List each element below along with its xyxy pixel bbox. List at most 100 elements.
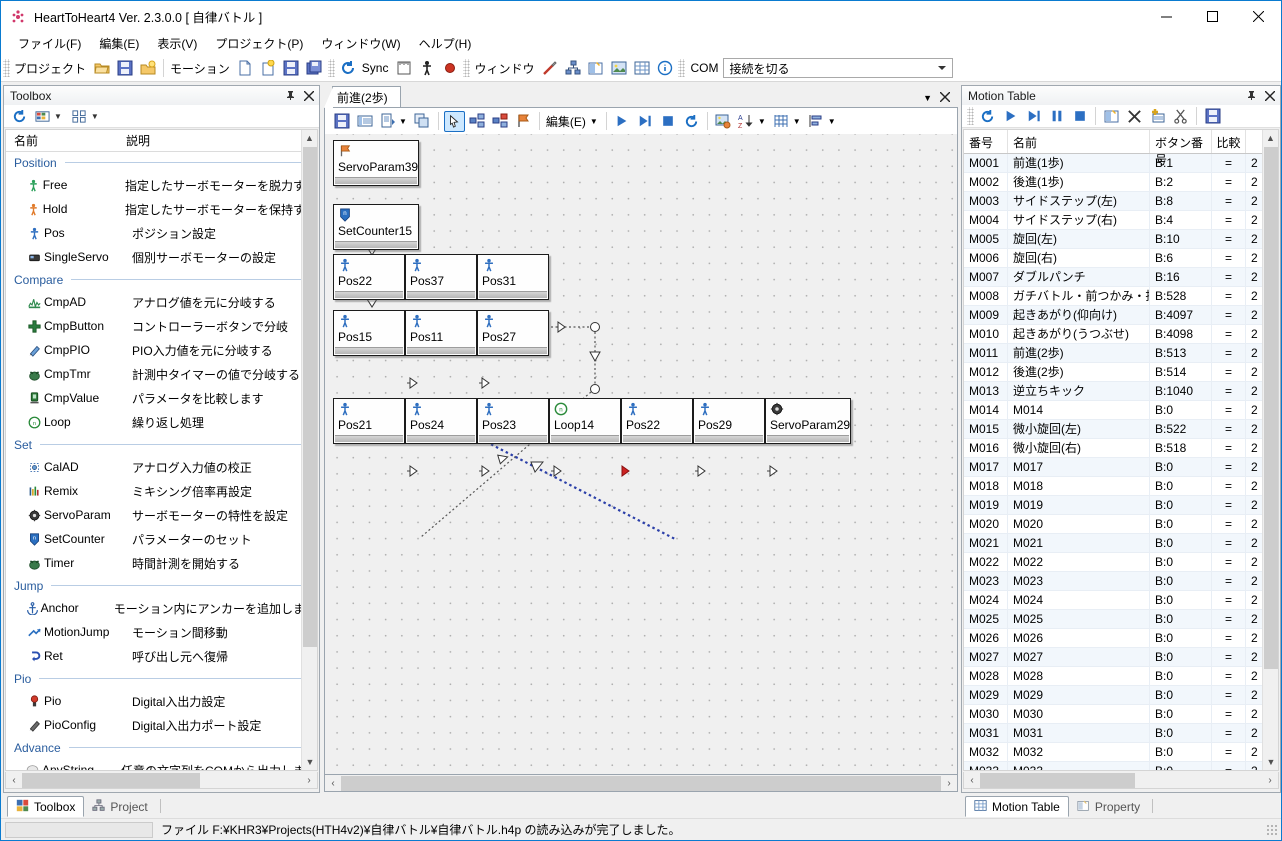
table-row[interactable]: M030 M030 B:0 = 2 [964,705,1278,724]
resize-grip-icon[interactable] [1266,823,1278,836]
toolbox-item-pos[interactable]: Pos ポジション設定 [6,221,317,245]
pin-icon[interactable] [283,88,298,103]
table-row[interactable]: M028 M028 B:0 = 2 [964,667,1278,686]
flow-node-pos21[interactable]: Pos21 [333,398,405,444]
ruler-icon[interactable] [393,58,414,79]
step-icon[interactable] [1023,106,1044,127]
table-row[interactable]: M018 M018 B:0 = 2 [964,477,1278,496]
toolbox-item-servoparam[interactable]: ServoParam サーボモーターの特性を設定 [6,503,317,527]
sync-icon[interactable] [338,58,359,79]
add-node-icon[interactable] [467,111,488,132]
delete-node-icon[interactable] [490,111,511,132]
pin-icon[interactable] [1244,88,1259,103]
pause-icon[interactable] [1046,106,1067,127]
open-folder-icon[interactable] [91,58,112,79]
close-icon[interactable] [1262,88,1277,103]
table-row[interactable]: M010 起きあがり(うつぶせ) B:4098 = 2 [964,325,1278,344]
new-motion-icon[interactable] [258,58,279,79]
table-row[interactable]: M004 サイドステップ(右) B:4 = 2 [964,211,1278,230]
flag-icon[interactable] [513,111,534,132]
toolbox-hscrollbar[interactable]: ‹ › [5,772,318,789]
motion-hscroll-thumb[interactable] [980,772,1135,788]
table-row[interactable]: M001 前進(1歩) B:1 = 2 [964,154,1278,173]
grid-icon[interactable] [354,111,375,132]
col-compare[interactable]: 比較 [1212,130,1246,153]
flowchart-canvas[interactable]: ServoParam39 n SetCounter15 Pos22 Pos37 Pos31… [324,134,958,775]
scroll-up-icon[interactable]: ▲ [302,130,317,146]
tab-toolbox[interactable]: Toolbox [7,796,85,817]
flow-node-setcounter15[interactable]: n SetCounter15 [333,204,419,250]
table-row[interactable]: M022 M022 B:0 = 2 [964,553,1278,572]
scroll-left-icon[interactable]: ‹ [6,775,22,786]
chevron-down-icon-3[interactable]: ▼ [758,117,766,126]
flow-node-pos37[interactable]: Pos37 [405,254,477,300]
close-icon[interactable] [301,88,316,103]
flow-node-pos11[interactable]: Pos11 [405,310,477,356]
menu-file[interactable]: ファイル(F) [9,32,90,55]
table-row[interactable]: M025 M025 B:0 = 2 [964,610,1278,629]
table-row[interactable]: M013 逆立ちキック B:1040 = 2 [964,382,1278,401]
stop-icon[interactable] [658,111,679,132]
table-row[interactable]: M007 ダブルパンチ B:16 = 2 [964,268,1278,287]
tab-motion-table[interactable]: Motion Table [965,796,1069,817]
list-view-icon[interactable] [32,106,53,127]
play-icon[interactable] [612,111,633,132]
toolbox-item-motionjump[interactable]: MotionJump モーション間移動 [6,620,317,644]
toolbox-item-hold[interactable]: Hold 指定したサーボモーターを保持する [6,197,317,221]
import-icon[interactable] [377,111,398,132]
image-icon[interactable] [608,58,629,79]
table-row[interactable]: M002 後進(1歩) B:2 = 2 [964,173,1278,192]
stop-icon[interactable] [1069,106,1090,127]
canvas-edit-menu[interactable]: 編集(E) [544,113,590,130]
toolbox-item-remix[interactable]: Remix ミキシング倍率再設定 [6,479,317,503]
toolbox-vscrollbar[interactable]: ▲ ▼ [301,130,317,770]
toolbar-grip[interactable] [3,59,10,77]
table-row[interactable]: M006 旋回(右) B:6 = 2 [964,249,1278,268]
menu-view[interactable]: 表示(V) [148,32,206,55]
toolbox-item-cmpvalue[interactable]: CmpValue パラメータを比較します [6,386,317,410]
toolbox-item-cmpad[interactable]: CmpAD アナログ値を元に分岐する [6,290,317,314]
refresh-icon[interactable] [977,106,998,127]
info-icon[interactable] [654,58,675,79]
chevron-down-icon[interactable]: ▼ [923,93,932,103]
scroll-up-icon[interactable]: ▲ [1263,130,1278,146]
motion-table-grid[interactable]: 番号 名前 ボタン番号 比較 M001 前進(1歩) B:1 = 2 M002 後進(1歩)… [963,129,1279,771]
toolbox-item-singleservo[interactable]: SingleServo 個別サーボモーターの設定 [6,245,317,269]
toolbox-item-pioconfig[interactable]: PioConfig Digital入出力ポート設定 [6,713,317,737]
toolbox-item-loop[interactable]: n Loop 繰り返し処理 [6,410,317,434]
scroll-right-icon[interactable]: › [941,778,957,789]
properties-icon[interactable] [585,58,606,79]
flow-node-loop14[interactable]: n Loop14 [549,398,621,444]
col-button-no[interactable]: ボタン番号 [1150,130,1212,167]
toolbox-scroll-thumb[interactable] [303,147,317,647]
pointer-icon[interactable] [443,110,465,132]
cut-icon[interactable] [1170,106,1191,127]
sort-icon[interactable]: AZ [736,111,757,132]
scroll-left-icon[interactable]: ‹ [964,775,980,786]
canvas-hscroll-thumb[interactable] [341,775,941,791]
flow-node-pos22[interactable]: Pos22 [621,398,693,444]
tab-property[interactable]: Property [1069,796,1148,817]
canvas-hscrollbar[interactable]: ‹ › [324,775,958,792]
table-row[interactable]: M017 M017 B:0 = 2 [964,458,1278,477]
toolbox-item-timer[interactable]: Timer 時間計測を開始する [6,551,317,575]
document-tab[interactable]: 前進(2歩) [324,86,401,108]
table-row[interactable]: M016 微小旋回(右) B:518 = 2 [964,439,1278,458]
toolbox-item-anystring[interactable]: AnyString 任意の文字列をCOMから出力します [6,758,317,770]
scroll-left-icon[interactable]: ‹ [325,778,341,789]
table-row[interactable]: M014 M014 B:0 = 2 [964,401,1278,420]
table-row[interactable]: M011 前進(2歩) B:513 = 2 [964,344,1278,363]
delete-icon[interactable] [1124,106,1145,127]
table-row[interactable]: M033 M033 B:0 = 2 [964,762,1278,770]
save-icon[interactable] [1202,106,1223,127]
motion-table-vscrollbar[interactable]: ▲ ▼ [1262,130,1278,770]
reset-icon[interactable] [681,111,702,132]
menu-project[interactable]: プロジェクト(P) [206,32,312,55]
scroll-down-icon[interactable]: ▼ [1263,754,1278,770]
motion-toolbar-grip[interactable] [967,107,974,125]
table-row[interactable]: M008ガチバトル・前つかみ・投げB:528=2 [964,287,1278,306]
motion-table-hscrollbar[interactable]: ‹ › [963,772,1279,789]
save-all-icon[interactable] [304,58,325,79]
flow-node-pos22[interactable]: Pos22 [333,254,405,300]
table-row[interactable]: M029 M029 B:0 = 2 [964,686,1278,705]
